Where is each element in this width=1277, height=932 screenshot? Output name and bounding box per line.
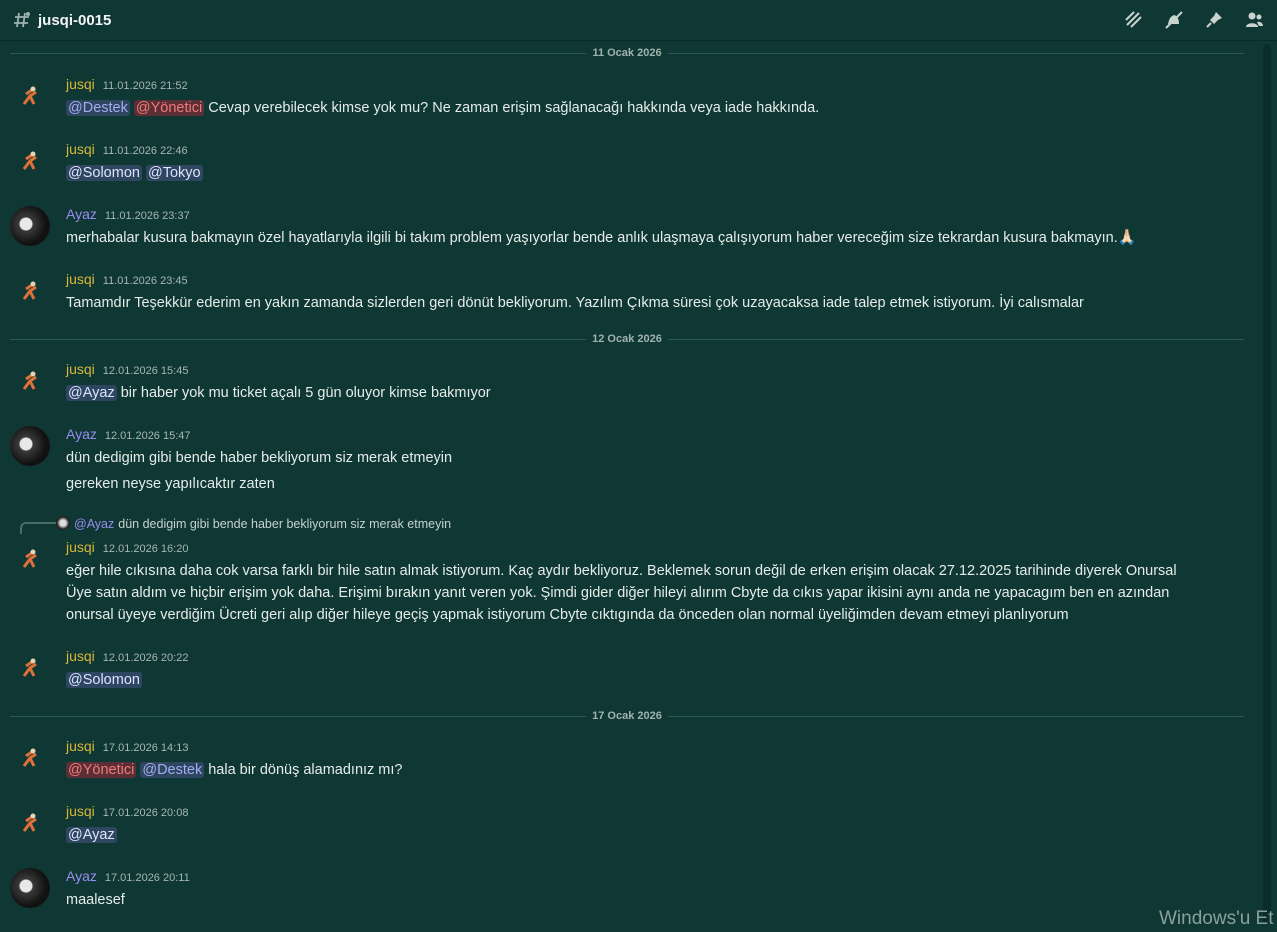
username[interactable]: jusqi <box>66 361 95 377</box>
channel-name: jusqi-0015 <box>38 11 112 29</box>
username[interactable]: jusqi <box>66 803 95 819</box>
username[interactable]: jusqi <box>66 648 95 664</box>
avatar[interactable] <box>10 868 50 908</box>
mention[interactable]: @Solomon <box>66 165 142 181</box>
reply-avatar <box>56 516 70 530</box>
scrollbar[interactable] <box>1263 44 1271 924</box>
timestamp: 11.01.2026 23:45 <box>102 275 188 287</box>
mention[interactable]: @Ayaz <box>66 827 117 843</box>
mention[interactable]: @Solomon <box>66 672 142 688</box>
message-text: hala bir dönüş alamadınız mı? <box>208 762 403 778</box>
username[interactable]: Ayaz <box>66 426 97 442</box>
reply-connector <box>20 522 56 534</box>
message-text: gereken neyse yapılıcaktır zaten <box>66 476 275 492</box>
username[interactable]: jusqi <box>66 271 95 287</box>
username[interactable]: jusqi <box>66 141 95 157</box>
pin-icon[interactable] <box>1203 9 1225 31</box>
message-text: bir haber yok mu ticket açalı 5 gün oluy… <box>120 385 491 401</box>
timestamp: 11.01.2026 22:46 <box>102 145 188 157</box>
timestamp: 12.01.2026 15:47 <box>104 430 191 442</box>
threads-icon[interactable] <box>1123 9 1145 31</box>
pray-emoji: 🙏🏻 <box>1117 229 1137 246</box>
mention[interactable]: @Destek <box>140 762 205 778</box>
message-line: Üye satın aldım ve hiçbir erişim yok dah… <box>66 585 1170 601</box>
message-text: maalesef <box>66 892 125 908</box>
timestamp: 11.01.2026 21:52 <box>102 80 188 92</box>
avatar[interactable] <box>10 273 50 313</box>
message-line: eğer hile cıkısına daha cok varsa farklı… <box>66 563 1177 579</box>
mention[interactable]: @Tokyo <box>145 165 203 181</box>
timestamp: 12.01.2026 20:22 <box>102 652 189 664</box>
avatar[interactable] <box>10 426 50 466</box>
message-text: merhabalar kusura bakmayın özel hayatlar… <box>66 230 1118 246</box>
windows-activation-watermark: Windows'u Et <box>1159 908 1274 929</box>
timestamp: 17.01.2026 20:08 <box>102 807 189 819</box>
members-icon[interactable] <box>1243 9 1265 31</box>
message-text: Cevap verebilecek kimse yok mu? Ne zaman… <box>208 100 820 116</box>
avatar[interactable] <box>10 740 50 780</box>
mention[interactable]: @Destek <box>66 100 130 116</box>
mention[interactable]: @Yönetici <box>66 762 137 778</box>
username[interactable]: jusqi <box>66 738 95 754</box>
text-channel-icon <box>12 10 32 30</box>
username[interactable]: Ayaz <box>66 868 97 884</box>
username[interactable]: Ayaz <box>66 206 97 222</box>
reply-username: @Ayaz <box>74 517 115 531</box>
mention[interactable]: @Ayaz <box>66 385 117 401</box>
timestamp: 11.01.2026 23:37 <box>104 210 190 222</box>
timestamp: 17.01.2026 14:13 <box>102 742 189 754</box>
mute-icon[interactable] <box>1163 9 1185 31</box>
timestamp: 12.01.2026 15:45 <box>102 365 189 377</box>
timestamp: 12.01.2026 16:20 <box>102 543 189 555</box>
avatar[interactable] <box>10 143 50 183</box>
avatar[interactable] <box>10 650 50 690</box>
avatar[interactable] <box>10 541 50 581</box>
avatar[interactable] <box>10 363 50 403</box>
avatar[interactable] <box>10 78 50 118</box>
reply-reference[interactable]: @Ayaz dün dedigim gibi bende haber bekliy… <box>56 516 451 531</box>
avatar[interactable] <box>10 805 50 845</box>
username[interactable]: jusqi <box>66 76 95 92</box>
date-divider: 11 Ocak 2026 <box>10 46 1244 60</box>
username[interactable]: jusqi <box>66 539 95 555</box>
mention[interactable]: @Yönetici <box>133 100 205 116</box>
channel-header: jusqi-0015 <box>0 0 1277 41</box>
date-divider: 17 Ocak 2026 <box>10 709 1244 723</box>
message-line: onursal üyeye verdiğim Ücreti geri alıp … <box>66 607 1069 623</box>
message-text: dün dedigim gibi bende haber bekliyorum … <box>66 450 453 466</box>
date-divider: 12 Ocak 2026 <box>10 332 1244 346</box>
timestamp: 17.01.2026 20:11 <box>104 872 190 884</box>
avatar[interactable] <box>10 206 50 246</box>
message-text: Tamamdır Teşekkür ederim en yakın zamand… <box>66 295 1084 311</box>
reply-text: dün dedigim gibi bende haber bekliyorum … <box>118 517 452 531</box>
